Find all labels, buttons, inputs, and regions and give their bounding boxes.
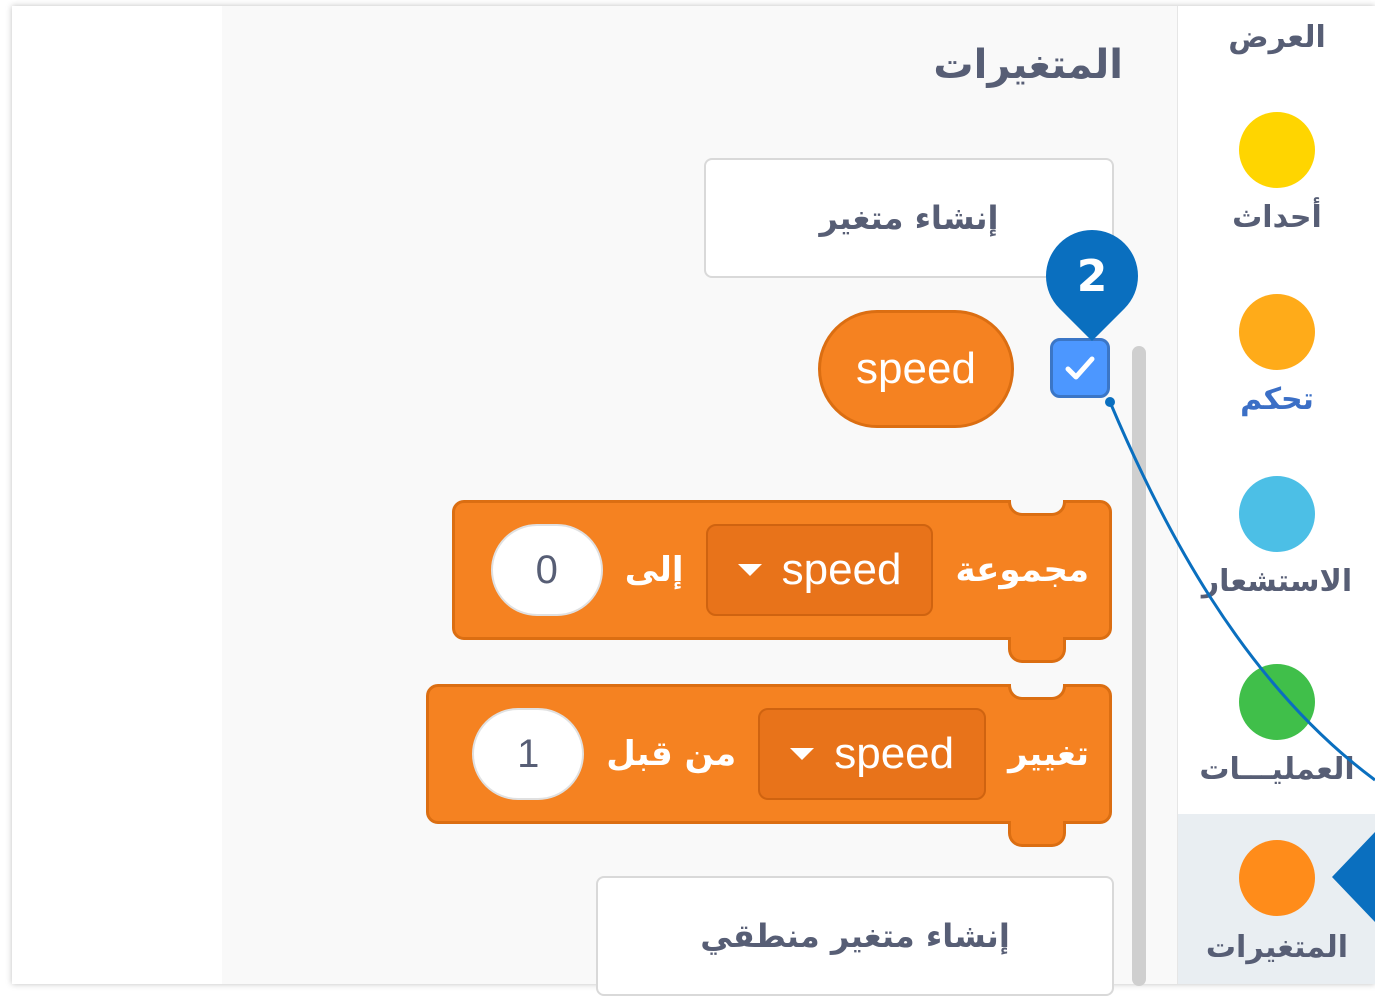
category-events[interactable]: أحداث [1178,112,1375,252]
section-title: المتغيرات [933,42,1123,88]
editor-frame: العرض أحداث تحكم الاستشعار العمليـــات ا… [12,6,1375,984]
checkmark-icon [1065,356,1095,380]
change-variable-block[interactable]: 1 من قبل speed تغيير [426,684,1112,824]
variable-show-checkbox[interactable] [1050,338,1110,398]
dropdown-arrow-icon [737,564,762,576]
category-sensing-label: الاستشعار [1201,564,1353,599]
set-block-label: مجموعة [955,550,1089,590]
change-by-label: من قبل [606,734,737,774]
category-variables-label: المتغيرات [1205,930,1349,965]
set-value-input[interactable]: 0 [490,524,603,616]
set-variable-dropdown[interactable]: speed [705,524,934,616]
events-color-dot [1239,112,1315,188]
category-control[interactable]: تحكم [1178,294,1375,434]
category-bar: العرض أحداث تحكم الاستشعار العمليـــات ا… [1177,6,1375,984]
set-block-top-notch [1008,500,1066,516]
variable-reporter-name: speed [856,344,976,393]
set-variable-block[interactable]: 0 إلى speed مجموعة [452,500,1112,640]
operators-color-dot [1239,664,1315,740]
set-to-label: إلى [624,550,684,590]
callout-number: 2 [1076,250,1108,302]
change-block-top-notch [1008,684,1066,700]
change-dropdown-value: speed [834,729,955,778]
sensing-color-dot [1239,476,1315,552]
variable-reporter-block[interactable]: speed [818,310,1014,428]
change-value-input[interactable]: 1 [472,708,585,800]
control-color-dot [1239,294,1315,370]
category-variables[interactable]: المتغيرات [1178,814,1375,984]
change-variable-dropdown[interactable]: speed [758,708,987,800]
category-top-label[interactable]: العرض [1178,20,1375,55]
change-block-bottom-notch [1008,821,1066,847]
change-block-label: تغيير [1008,734,1089,774]
category-sensing[interactable]: الاستشعار [1178,476,1375,616]
set-dropdown-value: speed [781,545,902,594]
category-operators[interactable]: العمليـــات [1178,664,1375,804]
variables-color-dot [1239,840,1315,916]
make-boolean-button[interactable]: إنشاء متغير منطقي [596,876,1114,996]
category-events-label: أحداث [1232,200,1322,235]
palette-scrollbar[interactable] [1132,346,1146,986]
set-block-bottom-notch [1008,637,1066,663]
category-operators-label: العمليـــات [1199,752,1355,787]
category-control-label: تحكم [1240,382,1314,417]
dropdown-arrow-icon [790,748,815,760]
